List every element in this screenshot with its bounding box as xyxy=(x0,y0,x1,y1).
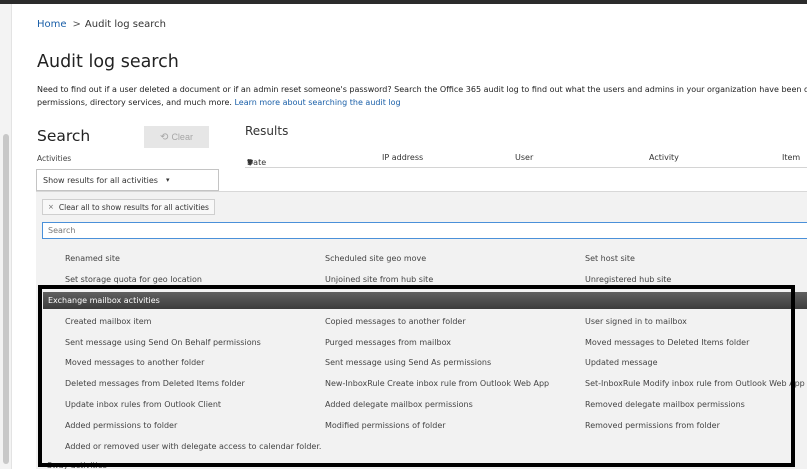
page-title: Audit log search xyxy=(37,52,179,72)
group-header-exchange-mailbox: Exchange mailbox activities xyxy=(43,292,807,309)
activity-row: Added permissions to folder Modified per… xyxy=(36,421,807,439)
close-icon: × xyxy=(48,203,54,211)
activities-label: Activities xyxy=(37,154,72,163)
clear-all-activities-chip[interactable]: × Clear all to show results for all acti… xyxy=(42,199,215,215)
activity-option[interactable]: Deleted messages from Deleted Items fold… xyxy=(65,379,245,388)
undo-icon: ⟲ xyxy=(160,131,169,143)
search-heading: Search xyxy=(37,127,91,145)
activity-row: Added or removed user with delegate acce… xyxy=(36,442,807,460)
clear-all-chip-label: Clear all to show results for all activi… xyxy=(58,202,209,212)
activity-option[interactable]: Created mailbox item xyxy=(65,317,151,326)
activity-row: Update inbox rules from Outlook Client A… xyxy=(36,400,807,418)
activity-option[interactable]: New-InboxRule Create inbox rule from Out… xyxy=(325,379,549,388)
activity-option[interactable]: Purged messages from mailbox xyxy=(325,338,451,347)
activity-option[interactable]: Moved messages to another folder xyxy=(65,358,204,367)
activity-option[interactable]: Copied messages to another folder xyxy=(325,317,466,326)
learn-more-link[interactable]: Learn more about searching the audit log xyxy=(234,98,400,107)
activity-row: Set storage quota for geo location Unjoi… xyxy=(36,275,807,293)
results-title: Results xyxy=(245,124,289,138)
description-line-1: Need to find out if a user deleted a doc… xyxy=(37,85,807,94)
activity-option[interactable]: Added or removed user with delegate acce… xyxy=(65,442,321,451)
description-line-2: permissions, directory services, and muc… xyxy=(37,97,807,110)
activity-row: Created mailbox item Copied messages to … xyxy=(36,317,807,335)
group-header-sway-partial: Sway activities xyxy=(47,461,107,469)
activity-option[interactable]: Renamed site xyxy=(65,254,120,263)
activity-option[interactable]: Set-InboxRule Modify inbox rule from Out… xyxy=(585,379,805,388)
activities-select-value: Show results for all activities xyxy=(43,175,158,185)
activity-row: Moved messages to another folder Sent me… xyxy=(36,358,807,376)
breadcrumb-current: Audit log search xyxy=(84,19,166,30)
activity-option[interactable]: Sent message using Send On Behalf permis… xyxy=(65,338,261,347)
scrollbar-thumb[interactable] xyxy=(3,134,9,464)
top-bar xyxy=(0,0,807,4)
clear-button[interactable]: ⟲ Clear xyxy=(144,126,209,148)
activity-option[interactable]: Unregistered hub site xyxy=(585,275,671,284)
breadcrumb-home-link[interactable]: Home xyxy=(37,19,67,30)
left-scrollbar[interactable] xyxy=(0,4,12,469)
column-ip-address[interactable]: IP address xyxy=(382,153,423,162)
column-item[interactable]: Item xyxy=(782,153,800,162)
activity-option[interactable]: Modified permissions of folder xyxy=(325,421,446,430)
activity-option[interactable]: Added delegate mailbox permissions xyxy=(325,400,473,409)
column-user[interactable]: User xyxy=(515,153,533,162)
activity-option[interactable]: Added permissions to folder xyxy=(65,421,177,430)
breadcrumb-separator: > xyxy=(72,19,81,30)
activities-dropdown-panel: × Clear all to show results for all acti… xyxy=(36,191,807,469)
activity-option[interactable]: Update inbox rules from Outlook Client xyxy=(65,400,221,409)
description-line-2-text: permissions, directory services, and muc… xyxy=(37,97,232,107)
sort-descending-icon: ▼ xyxy=(247,158,254,167)
activity-option[interactable]: Unjoined site from hub site xyxy=(325,275,433,284)
activities-select[interactable]: Show results for all activities ▾ xyxy=(36,169,219,191)
activity-option[interactable]: Scheduled site geo move xyxy=(325,254,426,263)
activity-row: Sent message using Send On Behalf permis… xyxy=(36,338,807,356)
activity-option[interactable]: Removed permissions from folder xyxy=(585,421,720,430)
activity-option[interactable]: Sent message using Send As permissions xyxy=(325,358,491,367)
activity-row: Renamed site Scheduled site geo move Set… xyxy=(36,254,807,272)
activity-option[interactable]: User signed in to mailbox xyxy=(585,317,687,326)
activity-option[interactable]: Set host site xyxy=(585,254,635,263)
results-table-header: Date ▼ IP address User Activity Item xyxy=(245,148,807,168)
activities-search-input[interactable] xyxy=(42,222,807,239)
left-divider xyxy=(11,4,12,469)
column-activity[interactable]: Activity xyxy=(649,153,679,162)
activity-option[interactable]: Updated message xyxy=(585,358,658,367)
activity-option[interactable]: Removed delegate mailbox permissions xyxy=(585,400,745,409)
clear-button-label: Clear xyxy=(171,132,193,142)
activity-option[interactable]: Moved messages to Deleted Items folder xyxy=(585,338,749,347)
activity-option[interactable]: Set storage quota for geo location xyxy=(65,275,202,284)
chevron-down-icon: ▾ xyxy=(165,176,170,184)
breadcrumb: Home > Audit log search xyxy=(37,19,166,30)
activity-row: Deleted messages from Deleted Items fold… xyxy=(36,379,807,397)
page-description: Need to find out if a user deleted a doc… xyxy=(37,84,807,109)
